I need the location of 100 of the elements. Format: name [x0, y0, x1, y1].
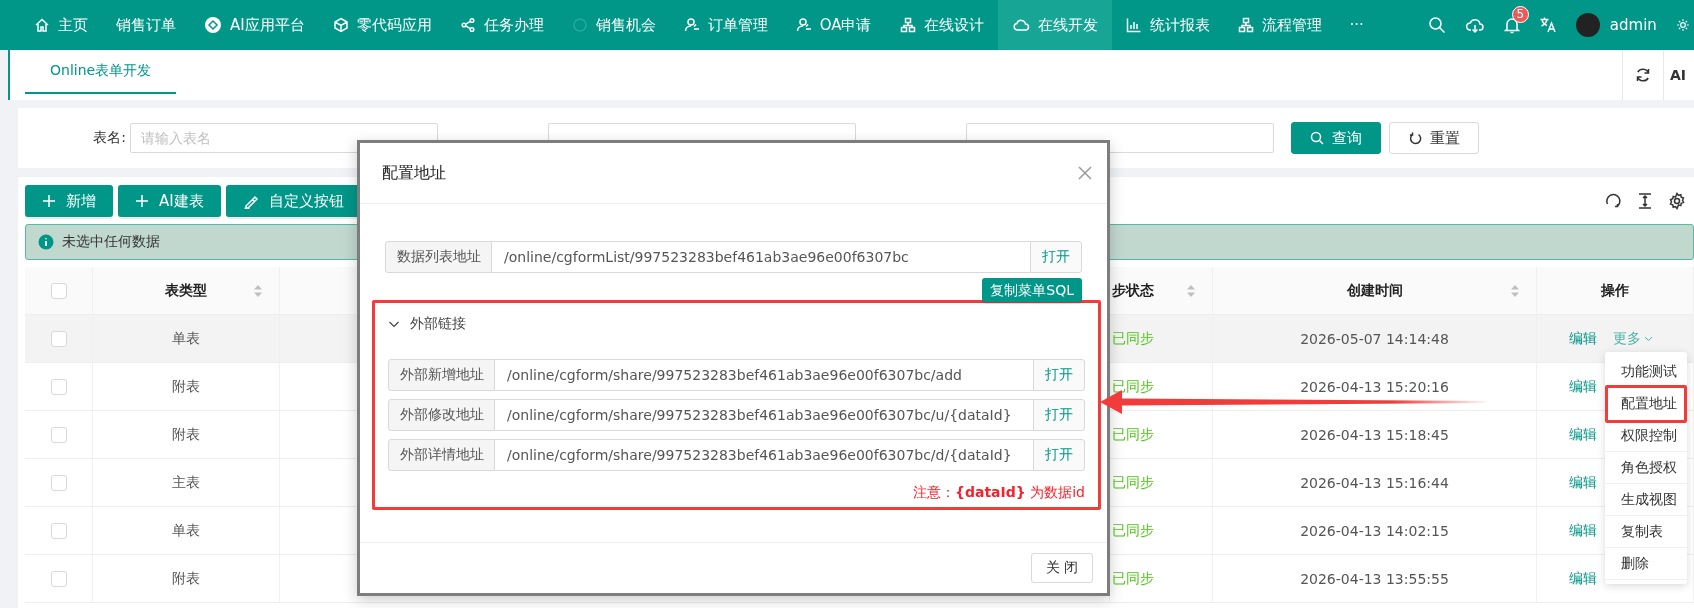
nav-item[interactable]: 订单管理	[669, 0, 782, 50]
table-cell: 2026-04-13 14:02:15	[1300, 522, 1449, 539]
nav-item[interactable]: 零代码应用	[318, 0, 446, 50]
nav-item[interactable]: 在线设计	[885, 0, 998, 50]
cloud-download-icon	[1464, 16, 1485, 34]
nav-item[interactable]: 流程管理	[1223, 0, 1336, 50]
alert-text: 未选中任何数据	[62, 233, 160, 251]
edit-link[interactable]: 编辑	[1569, 569, 1597, 588]
chevron-down-icon	[1644, 335, 1653, 342]
open-button[interactable]: 打开	[1033, 439, 1085, 471]
refresh-icon	[1635, 67, 1651, 83]
checkbox[interactable]	[50, 426, 67, 443]
reload-icon	[1604, 192, 1622, 210]
pen-icon	[242, 193, 259, 209]
table-cell: 附表	[172, 425, 200, 444]
edit-link[interactable]: 编辑	[1569, 425, 1597, 444]
bell-icon	[1503, 16, 1520, 34]
open-button[interactable]: 打开	[1030, 241, 1082, 273]
table-cell: 单表	[172, 329, 200, 348]
address-field[interactable]: /online/cgformList/997523283bef461ab3ae96e00f6307bc	[492, 241, 1030, 273]
column-header: 表类型	[165, 281, 207, 300]
sitemap-icon	[1237, 17, 1254, 33]
table-cell: 2026-04-13 15:16:44	[1300, 474, 1449, 491]
edit-link[interactable]: 编辑	[1569, 473, 1597, 492]
checkbox[interactable]	[50, 378, 67, 395]
field-label: 表名:	[92, 129, 127, 147]
address-label: 外部详情地址	[388, 439, 495, 471]
checkbox[interactable]	[50, 282, 67, 299]
sync-status: 已同步	[1111, 425, 1154, 444]
page-tab[interactable]: Online表单开发	[25, 50, 177, 94]
dialog-title: 配置地址	[382, 162, 446, 184]
settings-icon	[1675, 16, 1690, 34]
plus-icon	[42, 194, 56, 208]
close-button[interactable]: 关 闭	[1030, 553, 1093, 583]
toolbar-button[interactable]: 新增	[25, 185, 113, 217]
column-header: 操作	[1601, 281, 1629, 300]
menu-item[interactable]: 配置地址	[1605, 385, 1687, 423]
close-icon	[1077, 165, 1093, 181]
section-header[interactable]: 外部链接	[388, 313, 466, 335]
copy-sql-button[interactable]: 复制菜单SQL	[982, 278, 1082, 302]
nav-item[interactable]: AI应用平台	[190, 0, 319, 50]
edit-link[interactable]: 编辑	[1569, 377, 1597, 396]
sort-icon	[1186, 283, 1196, 298]
cube-icon	[332, 17, 349, 33]
nav-item[interactable]: 任务办理	[445, 0, 558, 50]
nav-item[interactable]: OA申请	[781, 0, 886, 50]
user-icon	[683, 17, 700, 33]
user-name[interactable]: admin	[1609, 16, 1657, 34]
table-cell: 2026-04-13 15:20:16	[1300, 378, 1449, 395]
column-header: 创建时间	[1346, 281, 1403, 300]
sync-status: 已同步	[1111, 521, 1154, 540]
open-button[interactable]: 打开	[1033, 359, 1085, 391]
checkbox[interactable]	[50, 330, 67, 347]
search-icon	[1310, 131, 1324, 145]
reset-button[interactable]: 重置	[1389, 122, 1479, 154]
table-cell: 2026-05-07 14:14:48	[1300, 330, 1449, 347]
home-icon	[34, 17, 50, 33]
edit-link[interactable]: 编辑	[1569, 521, 1597, 540]
nav-item[interactable]: 销售订单	[102, 0, 190, 50]
nav-item[interactable]: 销售机会	[557, 0, 670, 50]
info-icon	[38, 234, 54, 250]
menu-item[interactable]: 复制表	[1605, 516, 1687, 548]
sort-icon	[1510, 283, 1520, 298]
note-text: 注意：{dataId} 为数据id	[912, 483, 1085, 502]
more-link[interactable]: 更多	[1613, 329, 1653, 348]
address-field[interactable]: /online/cgform/share/997523283bef461ab3ae96e00f6307bc/d/{dataId}	[495, 439, 1033, 471]
user-icon	[795, 17, 812, 33]
settings-icon	[1668, 192, 1686, 210]
menu-item[interactable]: 角色授权	[1605, 452, 1687, 484]
checkbox[interactable]	[50, 522, 67, 539]
edit-link[interactable]: 编辑	[1569, 329, 1597, 348]
menu-item[interactable]: 权限控制	[1605, 420, 1687, 452]
menu-item[interactable]: 生成视图	[1605, 484, 1687, 516]
row-height-icon	[1636, 192, 1654, 210]
query-button[interactable]: 查询	[1291, 122, 1381, 154]
checkbox[interactable]	[50, 570, 67, 587]
sync-status: 已同步	[1111, 473, 1154, 492]
table-cell: 主表	[172, 473, 200, 492]
avatar[interactable]	[1575, 13, 1600, 37]
address-field[interactable]: /online/cgform/share/997523283bef461ab3ae96e00f6307bc/add	[495, 359, 1033, 391]
table-cell: 2026-04-13 15:18:45	[1300, 426, 1449, 443]
nav-item[interactable]: 在线开发	[997, 0, 1112, 50]
nav-item[interactable]: 统计报表	[1111, 0, 1224, 50]
nav-item[interactable]: 主页	[20, 0, 102, 50]
table-cell: 2026-04-13 13:55:55	[1300, 570, 1449, 587]
menu-item[interactable]: 删除	[1605, 548, 1687, 580]
address-label: 外部新增地址	[388, 359, 495, 391]
open-button[interactable]: 打开	[1033, 399, 1085, 431]
toolbar-button[interactable]: AI建表	[118, 185, 221, 217]
ai-tab[interactable]: AI	[1663, 50, 1694, 100]
cloud-icon	[1011, 17, 1030, 33]
input-field[interactable]: 请输入表名	[130, 123, 438, 153]
checkbox[interactable]	[50, 474, 67, 491]
share-icon	[459, 17, 476, 33]
nav-item[interactable]: ···	[1335, 0, 1378, 50]
reset-icon	[1408, 131, 1422, 145]
address-field[interactable]: /online/cgform/share/997523283bef461ab3ae96e00f6307bc/u/{dataId}	[495, 399, 1033, 431]
menu-item[interactable]: 功能测试	[1605, 356, 1687, 388]
close-button[interactable]	[1077, 165, 1093, 181]
search-icon	[1427, 16, 1446, 34]
